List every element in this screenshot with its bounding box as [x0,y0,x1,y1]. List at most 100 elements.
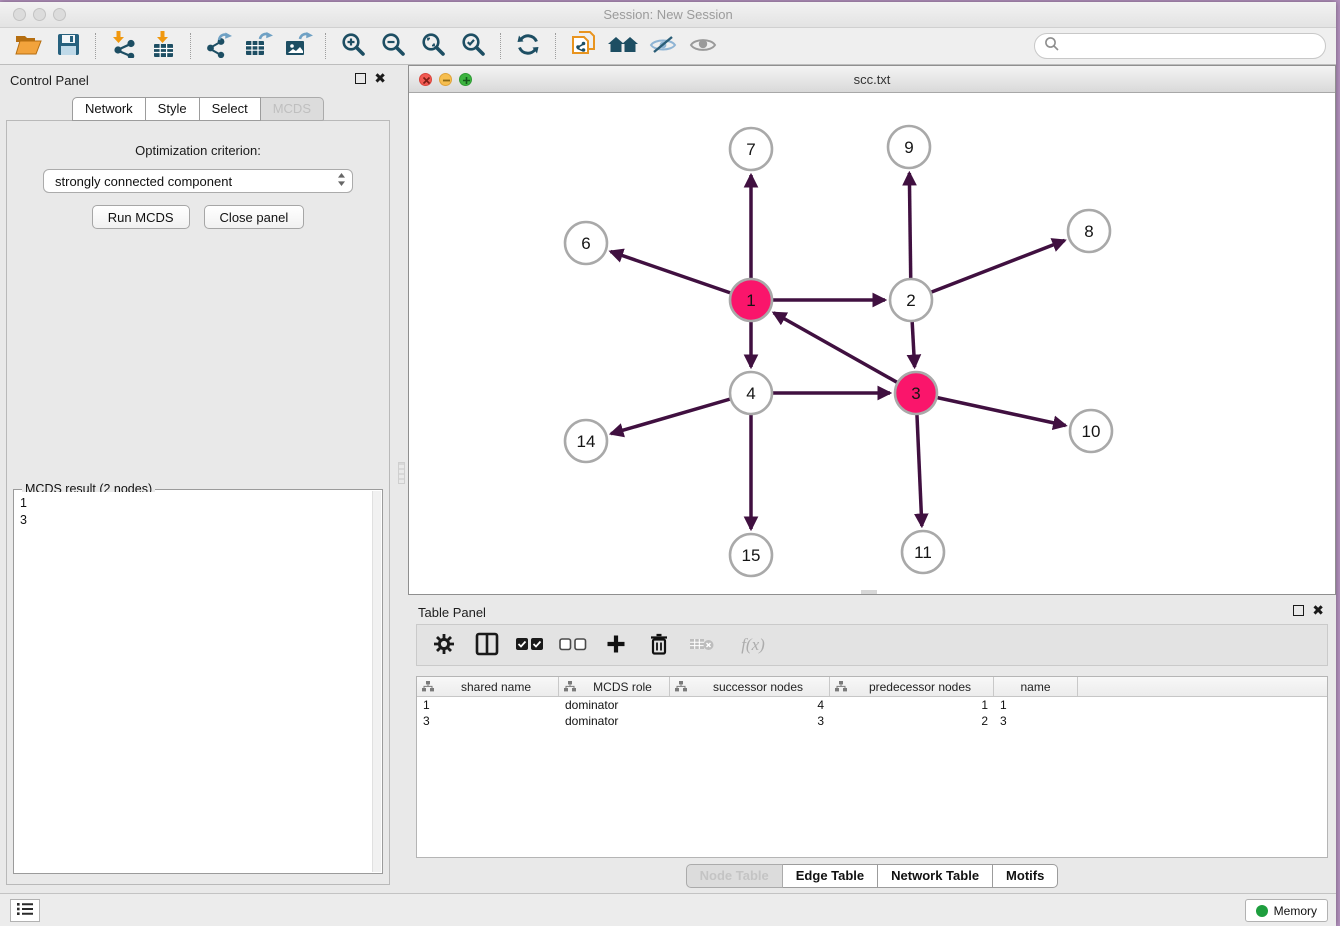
close-panel-button[interactable]: Close panel [204,205,305,229]
cell-shared-name[interactable]: 1 [417,697,559,713]
create-column-button[interactable] [603,630,629,660]
cell-successor-nodes[interactable]: 3 [670,713,830,729]
window-title: Session: New Session [0,2,1336,28]
tab-mcds[interactable]: MCDS [261,97,324,121]
node-label-8: 8 [1084,222,1093,241]
show-panel-button[interactable] [683,30,723,62]
float-panel-icon[interactable] [355,73,366,84]
edge-3-1[interactable] [774,313,916,393]
function-builder-button[interactable]: f(x) [732,630,774,660]
home-view-button[interactable] [603,30,643,62]
zoom-in-icon [341,32,366,60]
node-label-4: 4 [746,384,755,403]
refresh-icon [515,32,541,60]
panel-splitter[interactable] [396,65,408,893]
cell-name[interactable]: 3 [994,713,1078,729]
save-session-button[interactable] [48,30,88,62]
splitter-grip[interactable] [398,462,405,484]
node-label-3: 3 [911,384,920,403]
edge-2-8[interactable] [911,240,1065,300]
table-settings-button[interactable] [431,630,457,660]
column-header-successor-nodes[interactable]: successor nodes [670,677,830,696]
export-table-button[interactable] [238,30,278,62]
result-scrollbar[interactable] [372,491,381,872]
unchecked-boxes-icon [559,637,587,654]
optimization-label: Optimization criterion: [7,143,389,158]
delete-column-button[interactable] [646,630,672,660]
export-image-button[interactable] [278,30,318,62]
node-label-15: 15 [742,546,761,565]
cell-MCDS-role[interactable]: dominator [559,713,670,729]
table-tab-edge-table[interactable]: Edge Table [783,864,878,888]
column-header-name[interactable]: name [994,677,1078,696]
cell-name[interactable]: 1 [994,697,1078,713]
table-panel-title: Table Panel [418,605,486,620]
mcds-result-item: 3 [20,512,367,529]
duplicate-network-button[interactable] [563,30,603,62]
import-network-icon [110,31,137,61]
select-all-columns-button[interactable] [517,630,543,660]
import-table-button[interactable] [143,30,183,62]
close-table-panel-icon[interactable]: ✖ [1312,603,1324,617]
table-row[interactable]: 3dominator323 [417,713,1327,729]
checked-boxes-icon [516,637,544,654]
zoom-out-button[interactable] [373,30,413,62]
cell-predecessor-nodes[interactable]: 2 [830,713,994,729]
zoom-in-button[interactable] [333,30,373,62]
network-canvas[interactable]: 7968124314101511 [409,93,1335,594]
cell-successor-nodes[interactable]: 4 [670,697,830,713]
toolbar-separator [95,33,96,59]
toolbar-separator [500,33,501,59]
column-header-shared-name[interactable]: shared name [417,677,559,696]
toolbar-separator [555,33,556,59]
node-label-11: 11 [914,543,932,562]
tab-network[interactable]: Network [72,97,146,121]
delete-table-button[interactable] [689,630,715,660]
table-row[interactable]: 1dominator411 [417,697,1327,713]
selected-criterion: strongly connected component [55,174,337,189]
table-tab-motifs[interactable]: Motifs [993,864,1058,888]
node-table: shared nameMCDS rolesuccessor nodesprede… [416,676,1328,858]
node-label-2: 2 [906,291,915,310]
search-input[interactable] [1034,33,1326,59]
home-icon [607,34,639,59]
zoom-fit-icon [421,32,446,60]
deselect-all-columns-button[interactable] [560,630,586,660]
control-panel-tabs: NetworkStyleSelectMCDS [0,97,396,121]
optimization-criterion-select[interactable]: strongly connected component [43,169,353,193]
column-header-predecessor-nodes[interactable]: predecessor nodes [830,677,994,696]
control-panel-header: Control Panel ✖ [0,65,396,95]
show-columns-button[interactable] [474,630,500,660]
toolbar-separator [190,33,191,59]
refresh-layout-button[interactable] [508,30,548,62]
network-hscroll-nub[interactable] [861,590,877,594]
import-network-button[interactable] [103,30,143,62]
close-panel-icon[interactable]: ✖ [374,71,386,85]
hide-panel-button[interactable] [643,30,683,62]
table-tabs: Node TableEdge TableNetwork TableMotifs [408,864,1336,888]
task-history-button[interactable] [10,899,40,922]
edge-3-10[interactable] [916,393,1066,425]
table-body: 1dominator4113dominator323 [417,697,1327,729]
open-folder-icon [15,33,42,59]
tab-style[interactable]: Style [146,97,200,121]
run-mcds-button[interactable]: Run MCDS [92,205,190,229]
table-tab-network-table[interactable]: Network Table [878,864,993,888]
table-tab-node-table[interactable]: Node Table [686,864,783,888]
export-network-button[interactable] [198,30,238,62]
node-label-6: 6 [581,234,590,253]
open-session-button[interactable] [8,30,48,62]
export-image-icon [284,31,313,61]
cell-shared-name[interactable]: 3 [417,713,559,729]
float-table-panel-icon[interactable] [1293,605,1304,616]
memory-button[interactable]: Memory [1245,899,1328,922]
cell-MCDS-role[interactable]: dominator [559,697,670,713]
application-window: Session: New Session [0,0,1340,926]
cell-predecessor-nodes[interactable]: 1 [830,697,994,713]
zoom-selected-button[interactable] [453,30,493,62]
column-header-MCDS-role[interactable]: MCDS role [559,677,670,696]
eye-icon [689,35,717,58]
tab-select[interactable]: Select [200,97,261,121]
zoom-fit-button[interactable] [413,30,453,62]
mcds-result-list[interactable]: 13 [16,492,371,871]
